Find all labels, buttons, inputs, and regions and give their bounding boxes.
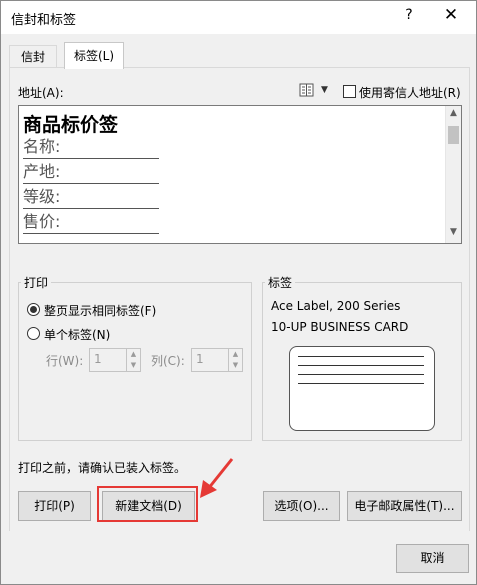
single-label-radio[interactable] (27, 327, 40, 340)
chevron-down-icon[interactable]: ▼ (321, 85, 328, 95)
cancel-button[interactable]: 取消 (396, 544, 469, 573)
address-label: 地址(A): (18, 86, 64, 100)
row-decrement-icon[interactable]: ▼ (127, 360, 140, 371)
highlight-arrow-icon (200, 458, 234, 498)
print-button[interactable]: 打印(P) (18, 491, 91, 521)
card-line (298, 374, 424, 375)
label-preview-card (289, 346, 435, 431)
envelopes-labels-dialog: 信封和标签 ? ✕ 信封 标签(L) 地址(A): ▼ 使用寄信人地址(R) 商… (0, 0, 477, 585)
address-line-name: 名称: (23, 136, 159, 159)
row-increment-icon[interactable]: ▲ (127, 349, 140, 360)
column-decrement-icon[interactable]: ▼ (229, 360, 242, 371)
card-line (298, 356, 424, 357)
tab-labels[interactable]: 标签(L) (64, 42, 124, 69)
card-line (298, 383, 424, 384)
address-line-grade: 等级: (23, 186, 159, 209)
single-label-label: 单个标签(N) (44, 328, 111, 342)
load-labels-note: 打印之前，请确认已装入标签。 (18, 461, 187, 475)
scroll-up-icon[interactable]: ▲ (446, 108, 461, 122)
row-spinner[interactable]: 1 ▲ ▼ (89, 348, 141, 372)
highlight-box (97, 486, 198, 522)
column-value: 1 (196, 352, 204, 366)
address-scrollbar[interactable]: ▲ ▼ (445, 106, 461, 243)
use-return-address-checkbox[interactable] (343, 85, 356, 98)
tab-envelopes[interactable]: 信封 (9, 45, 57, 68)
card-line (298, 365, 424, 366)
options-button[interactable]: 选项(O)... (263, 491, 340, 521)
close-button[interactable]: ✕ (439, 5, 463, 29)
column-increment-icon[interactable]: ▲ (229, 349, 242, 360)
address-line-price: 售价: (23, 211, 159, 234)
column-label: 列(C): (151, 354, 185, 368)
title-bar: 信封和标签 ? ✕ (1, 1, 476, 34)
label-group-title: 标签 (265, 274, 296, 291)
print-group-title: 打印 (21, 274, 52, 291)
scroll-thumb[interactable] (448, 126, 459, 144)
full-page-radio[interactable] (27, 303, 40, 316)
row-label: 行(W): (46, 354, 84, 368)
label-vendor-text: Ace Label, 200 Series (271, 299, 401, 313)
address-line-origin: 产地: (23, 161, 159, 184)
use-return-address-label: 使用寄信人地址(R) (359, 86, 461, 100)
column-spinner[interactable]: 1 ▲ ▼ (191, 348, 243, 372)
full-page-label: 整页显示相同标签(F) (44, 304, 157, 318)
address-textarea[interactable]: 商品标价签 名称: 产地: 等级: 售价: ▲ ▼ (18, 105, 462, 244)
label-product-text: 10-UP BUSINESS CARD (271, 320, 409, 334)
postage-properties-button[interactable]: 电子邮政属性(T)... (347, 491, 462, 521)
scroll-down-icon[interactable]: ▼ (446, 227, 461, 241)
dialog-title: 信封和标签 (11, 13, 77, 28)
help-button[interactable]: ? (400, 7, 418, 27)
row-value: 1 (94, 352, 102, 366)
address-book-icon[interactable] (299, 83, 315, 97)
address-title-text: 商品标价签 (23, 114, 119, 136)
